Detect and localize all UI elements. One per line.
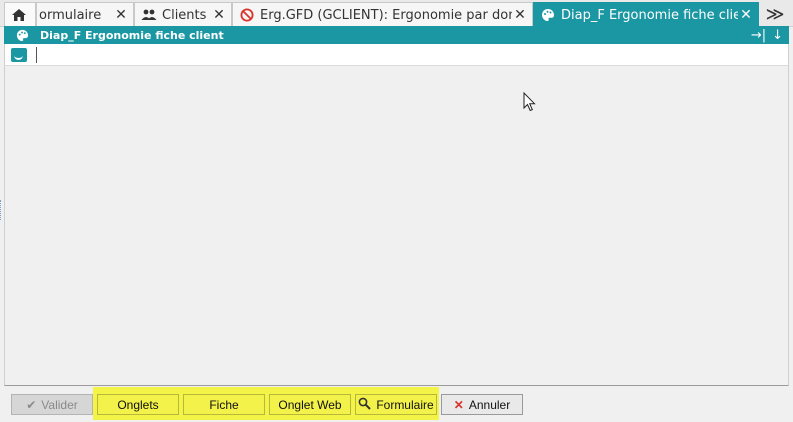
forbidden-icon <box>239 7 255 23</box>
onglet-web-label: Onglet Web <box>278 397 342 412</box>
magnifier-icon <box>358 397 372 412</box>
formulaire-button[interactable]: Formulaire <box>355 394 437 415</box>
onglets-button[interactable]: Onglets <box>97 394 179 415</box>
valider-button[interactable]: ✔ Valider <box>11 394 93 415</box>
tab-formulaire[interactable]: ormulaire ✕ <box>36 2 134 27</box>
onglet-web-button[interactable]: Onglet Web <box>269 394 351 415</box>
tab-label: Diap_F Ergonomie fiche client <box>561 7 738 23</box>
panel-title: Diap_F Ergonomie fiche client <box>40 28 224 42</box>
tab-overflow-icon[interactable]: ≫ <box>760 2 790 26</box>
tab-label: Clients <box>162 7 207 23</box>
close-icon[interactable]: ✕ <box>211 7 227 23</box>
text-caret <box>36 47 37 63</box>
fiche-label: Fiche <box>209 397 239 412</box>
tab-label: Erg.GFD (GCLIENT): Ergonomie par doma... <box>260 7 512 23</box>
tab-home[interactable] <box>4 2 36 27</box>
mouse-cursor-icon <box>523 92 536 112</box>
close-icon[interactable]: ✕ <box>738 7 754 23</box>
check-icon: ✔ <box>26 397 37 412</box>
onglets-label: Onglets <box>117 397 159 412</box>
palette-icon <box>540 7 556 23</box>
palette-icon <box>14 28 30 42</box>
tab-clients[interactable]: Clients ✕ <box>134 2 232 27</box>
fiche-button[interactable]: Fiche <box>183 394 265 415</box>
download-icon[interactable]: ↓ <box>772 28 783 43</box>
close-icon[interactable]: ✕ <box>113 7 129 23</box>
valider-label: Valider <box>41 397 78 412</box>
form-content-area <box>4 66 789 386</box>
panel-header: Diap_F Ergonomie fiche client →| ↓ <box>4 26 789 44</box>
cancel-icon: ✕ <box>453 397 464 412</box>
annuler-button[interactable]: ✕ Annuler <box>441 394 523 415</box>
close-icon[interactable]: ✕ <box>512 7 528 23</box>
pin-right-icon[interactable]: →| <box>751 28 766 43</box>
toolbar <box>4 44 789 66</box>
tab-erg-gfd[interactable]: Erg.GFD (GCLIENT): Ergonomie par doma...… <box>232 2 533 27</box>
home-icon <box>11 7 27 23</box>
smile-icon[interactable] <box>11 48 27 62</box>
annuler-label: Annuler <box>468 397 511 412</box>
users-icon <box>141 7 157 23</box>
formulaire-label: Formulaire <box>376 397 434 412</box>
panel-tools: →| ↓ <box>751 26 783 44</box>
tab-strip: ormulaire ✕ Clients ✕ Erg.GFD (GCLIENT):… <box>0 0 793 27</box>
tab-label: ormulaire <box>39 7 102 23</box>
tab-diap-f[interactable]: Diap_F Ergonomie fiche client ✕ <box>533 2 759 27</box>
resize-grip[interactable] <box>0 200 3 220</box>
